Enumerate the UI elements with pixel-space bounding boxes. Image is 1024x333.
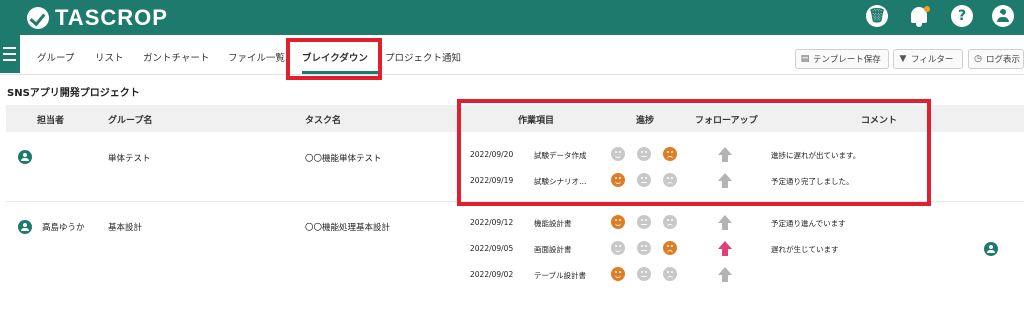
app-logo[interactable]: TASCROP [27, 4, 168, 31]
item-date: 2022/09/12 [470, 218, 514, 227]
group-name[interactable]: 基本設計 [108, 221, 142, 233]
tab-files[interactable]: ファイル一覧 [228, 50, 285, 64]
item-date: 2022/09/05 [470, 244, 514, 253]
progress-sad-icon[interactable] [663, 267, 677, 281]
menu-icon[interactable] [0, 35, 20, 73]
notification-dot [924, 6, 930, 12]
progress-sad-icon[interactable] [663, 173, 677, 187]
progress-neutral-icon[interactable] [637, 241, 651, 255]
app-name: TASCROP [55, 4, 168, 30]
assignee-avatar[interactable] [18, 150, 32, 164]
column-task: タスク名 [305, 116, 342, 126]
filter-button[interactable]: ▼ フィルター [893, 49, 963, 69]
progress-neutral-icon[interactable] [637, 147, 651, 161]
task-name[interactable]: 〇〇機能処理基本設計 [305, 221, 390, 233]
clock-icon: ◷ [974, 54, 982, 64]
progress-sad-icon[interactable] [663, 147, 677, 161]
filter-icon: ▼ [899, 54, 907, 64]
trash-icon[interactable]: 🗑 [866, 5, 888, 27]
project-title: SNSアプリ開発プロジェクト [7, 88, 140, 99]
task-name[interactable]: 〇〇機能単体テスト [305, 152, 382, 164]
item-comment: 遅れが生じています [771, 245, 839, 254]
user-icon[interactable] [992, 5, 1014, 27]
log-button[interactable]: ◷ ログ表示 [968, 49, 1024, 69]
breakdown-highlight-frame [457, 99, 931, 206]
tab-highlight-frame [286, 38, 382, 80]
item-name[interactable]: 画面設計書 [534, 244, 572, 255]
logo-check-icon [27, 6, 49, 29]
column-group: グループ名 [108, 116, 153, 126]
log-label: ログ表示 [986, 55, 1021, 65]
template-save-button[interactable]: ▤ テンプレート保存 [795, 49, 889, 69]
tab-project-notice[interactable]: プロジェクト通知 [385, 50, 461, 64]
item-comment: 予定通り進んでいます [771, 219, 846, 228]
progress-sad-icon[interactable] [663, 215, 677, 229]
column-assignee: 担当者 [37, 116, 65, 126]
followup-arrow-icon[interactable] [718, 267, 732, 283]
help-icon[interactable]: ? [951, 5, 973, 27]
followup-arrow-icon[interactable] [718, 215, 732, 231]
template-save-label: テンプレート保存 [813, 55, 881, 65]
progress-happy-icon[interactable] [611, 147, 625, 161]
bell-icon[interactable] [908, 5, 930, 29]
assignee-avatar[interactable] [18, 220, 32, 234]
item-date: 2022/09/02 [470, 270, 514, 279]
assignee-avatar[interactable] [984, 242, 998, 256]
filter-label: フィルター [911, 55, 954, 65]
assignee-name: 高島ゆうか [42, 223, 85, 233]
progress-happy-icon[interactable] [611, 173, 625, 187]
item-name[interactable]: テーブル設計書 [534, 270, 586, 281]
template-icon: ▤ [800, 54, 810, 64]
followup-arrow-icon[interactable] [718, 147, 732, 163]
progress-neutral-icon[interactable] [637, 173, 651, 187]
group-name[interactable]: 単体テスト [108, 152, 151, 164]
followup-arrow-icon[interactable] [718, 241, 732, 257]
progress-neutral-icon[interactable] [637, 267, 651, 281]
progress-happy-icon[interactable] [611, 241, 625, 255]
tab-group[interactable]: グループ [37, 50, 74, 64]
progress-sad-icon[interactable] [663, 241, 677, 255]
progress-happy-icon[interactable] [611, 267, 625, 281]
tab-list[interactable]: リスト [95, 50, 124, 64]
progress-neutral-icon[interactable] [637, 215, 651, 229]
item-name[interactable]: 機能設計書 [534, 218, 572, 229]
tab-gantt[interactable]: ガントチャート [143, 50, 209, 64]
progress-happy-icon[interactable] [611, 215, 625, 229]
followup-arrow-icon[interactable] [718, 173, 732, 189]
